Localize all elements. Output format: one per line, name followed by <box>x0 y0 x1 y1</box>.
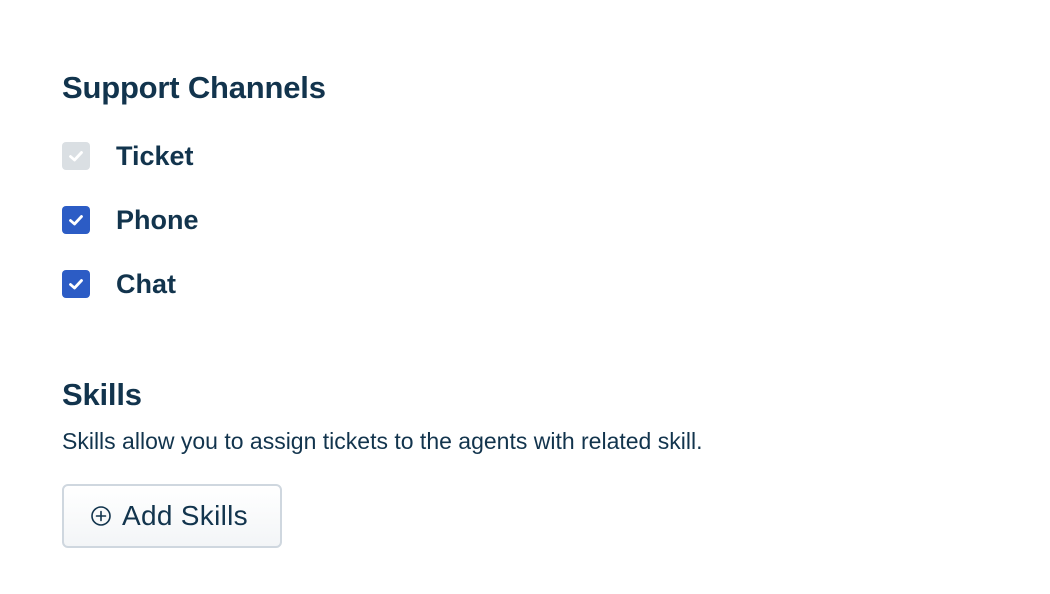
add-skills-button[interactable]: Add Skills <box>62 484 282 548</box>
plus-circle-icon <box>90 505 112 527</box>
skills-title: Skills <box>62 377 142 412</box>
check-icon <box>69 279 83 290</box>
support-channels-title: Support Channels <box>62 70 326 105</box>
chat-label[interactable]: Chat <box>116 270 176 298</box>
ticket-checkbox <box>62 142 90 170</box>
ticket-label: Ticket <box>116 140 194 171</box>
channel-chat[interactable]: Chat <box>62 269 176 299</box>
check-icon <box>69 151 83 162</box>
chat-checkbox[interactable] <box>62 270 90 298</box>
phone-label[interactable]: Phone <box>116 206 199 234</box>
channel-ticket: Ticket <box>62 141 194 171</box>
add-skills-label: Add Skills <box>122 500 248 531</box>
check-icon <box>69 215 83 226</box>
channel-phone[interactable]: Phone <box>62 205 199 235</box>
skills-description: Skills allow you to assign tickets to th… <box>62 428 703 454</box>
phone-checkbox[interactable] <box>62 206 90 234</box>
